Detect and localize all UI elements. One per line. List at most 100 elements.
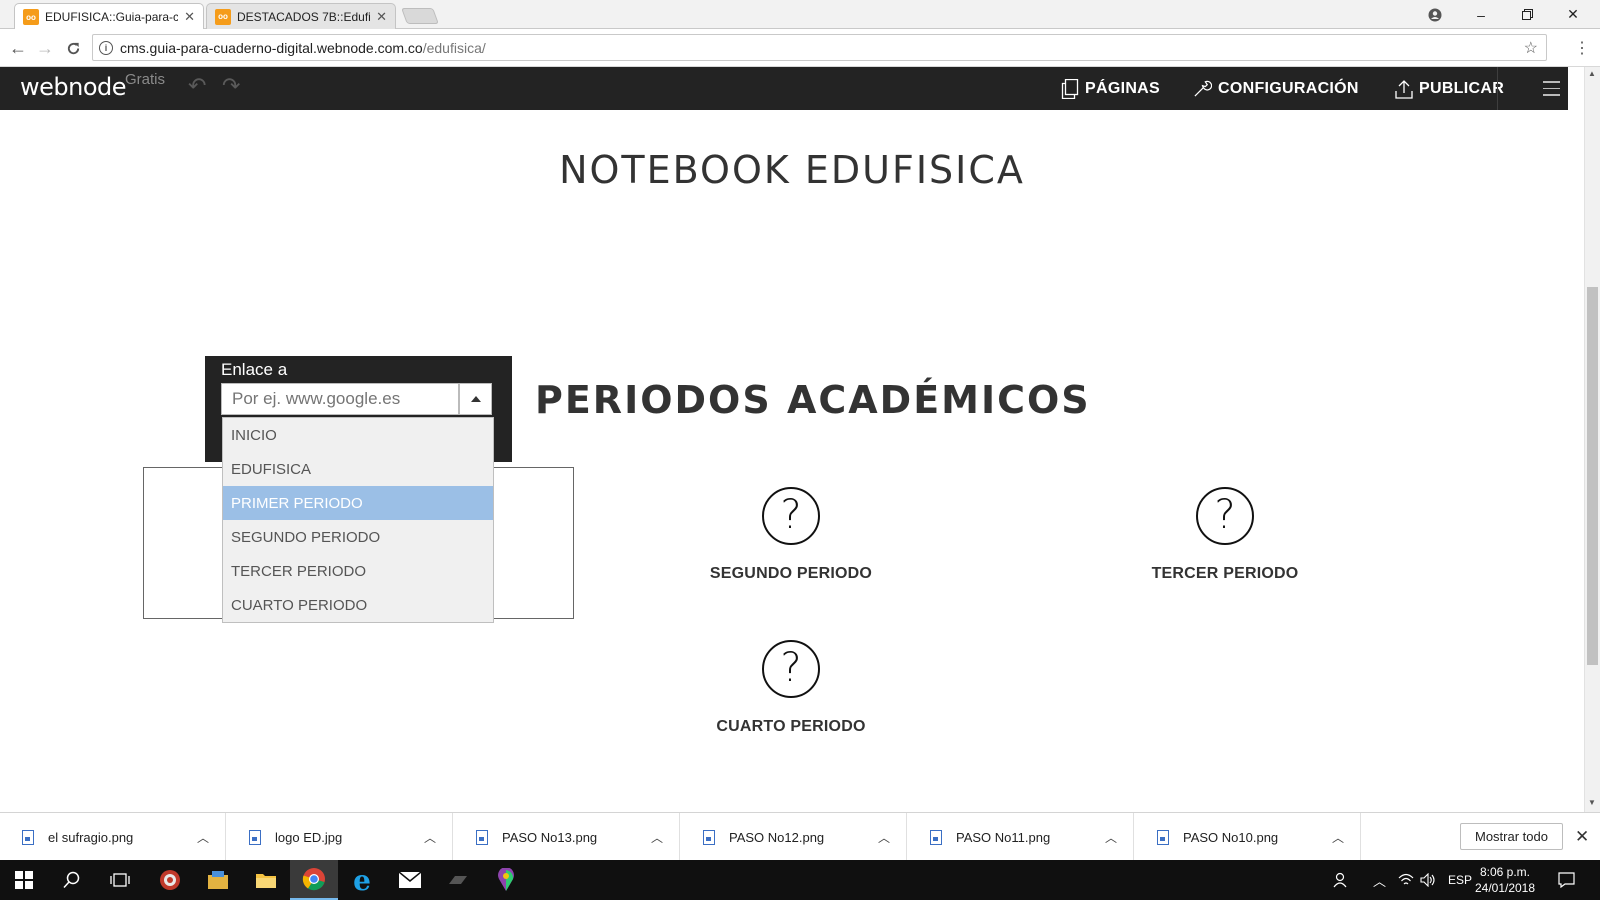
period-card-tercer[interactable]: ? TERCER PERIODO: [1095, 487, 1355, 583]
restore-icon[interactable]: [1504, 0, 1550, 29]
close-tab-icon[interactable]: ✕: [184, 9, 195, 25]
reload-icon[interactable]: [61, 36, 85, 60]
page-title[interactable]: NOTEBOOK EDUFISICA: [0, 148, 1584, 192]
mail-icon[interactable]: [386, 860, 434, 900]
file-explorer-icon[interactable]: [242, 860, 290, 900]
windows-taskbar: e ︿ ESP 8:06 p.m. 24/01/2018: [0, 860, 1600, 900]
question-icon[interactable]: ?: [1196, 487, 1254, 545]
show-all-downloads-button[interactable]: Mostrar todo: [1460, 823, 1563, 850]
upload-icon: [1395, 79, 1413, 99]
chevron-up-icon[interactable]: ︿: [424, 829, 436, 846]
minimize-icon[interactable]: –: [1458, 0, 1504, 29]
volume-icon[interactable]: [1420, 860, 1436, 900]
question-icon[interactable]: ?: [762, 487, 820, 545]
dropdown-option-segundo-periodo[interactable]: SEGUNDO PERIODO: [223, 520, 493, 554]
dropdown-option-primer-periodo[interactable]: PRIMER PERIODO: [223, 486, 493, 520]
link-dropdown-toggle[interactable]: [459, 383, 492, 415]
period-card-cuarto[interactable]: ? CUARTO PERIODO: [661, 640, 921, 736]
input-language[interactable]: ESP: [1448, 860, 1472, 900]
period-label: SEGUNDO PERIODO: [709, 565, 873, 582]
scroll-down-icon[interactable]: ▼: [1588, 798, 1596, 807]
download-filename: logo ED.jpg: [275, 829, 343, 845]
settings-menu-button[interactable]: CONFIGURACIÓN: [1193, 67, 1359, 110]
wifi-icon[interactable]: [1398, 860, 1414, 900]
close-tab-icon[interactable]: ✕: [376, 9, 387, 25]
url-path: /edufisica/: [422, 39, 486, 56]
internet-explorer-icon[interactable]: e: [338, 860, 386, 900]
media-app-icon[interactable]: [146, 860, 194, 900]
link-url-input[interactable]: [221, 383, 459, 415]
download-filename: PASO No11.png: [956, 829, 1051, 845]
wrench-icon: [1194, 80, 1212, 97]
section-title[interactable]: PERIODOS ACADÉMICOS: [535, 378, 1091, 422]
system-clock[interactable]: 8:06 p.m. 24/01/2018: [1470, 864, 1540, 896]
explorer-app-icon[interactable]: [194, 860, 242, 900]
page-scrollbar[interactable]: ▲ ▼: [1584, 67, 1600, 812]
publish-menu-button[interactable]: PUBLICAR: [1395, 67, 1504, 110]
divider: [1497, 67, 1498, 110]
close-window-icon[interactable]: ✕: [1550, 0, 1596, 29]
browser-tab-strip: oo EDUFISICA::Guia-para-cu ✕ oo DESTACAD…: [0, 0, 1600, 30]
pages-menu-button[interactable]: PÁGINAS: [1061, 67, 1160, 110]
question-icon[interactable]: ?: [762, 640, 820, 698]
forward-icon[interactable]: →: [33, 36, 57, 60]
search-icon[interactable]: [48, 860, 96, 900]
close-downloads-icon[interactable]: ✕: [1575, 827, 1589, 847]
task-view-icon[interactable]: [96, 860, 144, 900]
browser-menu-icon[interactable]: ⋮: [1574, 38, 1590, 58]
dropdown-option-tercer-periodo[interactable]: TERCER PERIODO: [223, 554, 493, 588]
download-filename: el sufragio.png: [48, 829, 134, 845]
hamburger-menu-icon[interactable]: [1543, 81, 1560, 101]
back-icon[interactable]: ←: [6, 36, 30, 60]
download-item[interactable]: PASO No13.png ︿: [454, 813, 680, 861]
windows-start-icon[interactable]: [0, 860, 48, 900]
scroll-up-icon[interactable]: ▲: [1588, 69, 1596, 78]
profile-icon[interactable]: [1412, 0, 1458, 29]
clock-time: 8:06 p.m.: [1479, 865, 1531, 879]
browser-toolbar: ← → i cms.guia-para-cuaderno-digital.web…: [0, 29, 1600, 67]
dropdown-option-edufisica[interactable]: EDUFISICA: [223, 452, 493, 486]
download-filename: PASO No10.png: [1183, 829, 1279, 845]
download-item[interactable]: PASO No11.png ︿: [908, 813, 1134, 861]
notifications-icon[interactable]: [1558, 860, 1575, 900]
image-file-icon: [249, 829, 261, 845]
webnode-editor-bar: webnode Gratis ↶ ↷ PÁGINAS CONFIGURACIÓN…: [0, 67, 1568, 110]
chevron-up-icon[interactable]: ︿: [651, 829, 663, 846]
webnode-favicon-icon: oo: [215, 8, 231, 25]
people-icon[interactable]: [1333, 860, 1349, 900]
pages-icon: [1061, 78, 1079, 99]
scroll-thumb[interactable]: [1587, 287, 1598, 665]
bookmark-star-icon[interactable]: ☆: [1524, 38, 1538, 58]
tab-title: DESTACADOS 7B::Edufisi: [237, 9, 371, 24]
webnode-logo[interactable]: webnode: [20, 73, 127, 101]
dropdown-option-cuarto-periodo[interactable]: CUARTO PERIODO: [223, 588, 493, 622]
chevron-up-icon[interactable]: ︿: [1105, 829, 1117, 846]
device-app-icon[interactable]: [434, 860, 482, 900]
caret-up-icon: [470, 396, 481, 402]
browser-tab-edufisica[interactable]: oo EDUFISICA::Guia-para-cu ✕: [14, 3, 204, 30]
dropdown-option-inicio[interactable]: INICIO: [223, 418, 493, 452]
chevron-up-icon[interactable]: ︿: [1373, 860, 1386, 900]
download-item[interactable]: logo ED.jpg ︿: [227, 813, 453, 861]
chevron-up-icon[interactable]: ︿: [878, 829, 890, 846]
tab-title: EDUFISICA::Guia-para-cu: [45, 10, 179, 24]
undo-icon[interactable]: ↶: [188, 73, 206, 99]
url-host: cms.guia-para-cuaderno-digital.webnode.c…: [120, 39, 423, 56]
publish-label: PUBLICAR: [1419, 79, 1505, 97]
site-info-icon[interactable]: i: [99, 40, 113, 55]
chrome-icon[interactable]: [290, 860, 338, 900]
period-card-segundo[interactable]: ? SEGUNDO PERIODO: [661, 487, 921, 583]
webnode-favicon-icon: oo: [23, 9, 39, 25]
chevron-up-icon[interactable]: ︿: [197, 829, 209, 846]
chevron-up-icon[interactable]: ︿: [1332, 829, 1344, 846]
link-options-dropdown: INICIO EDUFISICA PRIMER PERIODO SEGUNDO …: [222, 417, 494, 623]
download-item[interactable]: PASO No10.png ︿: [1135, 813, 1361, 861]
period-label: CUARTO PERIODO: [716, 718, 866, 735]
download-item[interactable]: el sufragio.png ︿: [0, 813, 226, 861]
maps-app-icon[interactable]: [482, 860, 530, 900]
new-tab-button[interactable]: [401, 8, 439, 24]
browser-tab-destacados[interactable]: oo DESTACADOS 7B::Edufisi ✕: [206, 3, 396, 29]
download-item[interactable]: PASO No12.png ︿: [681, 813, 907, 861]
address-bar[interactable]: i cms.guia-para-cuaderno-digital.webnode…: [92, 34, 1547, 61]
redo-icon[interactable]: ↷: [222, 73, 240, 99]
